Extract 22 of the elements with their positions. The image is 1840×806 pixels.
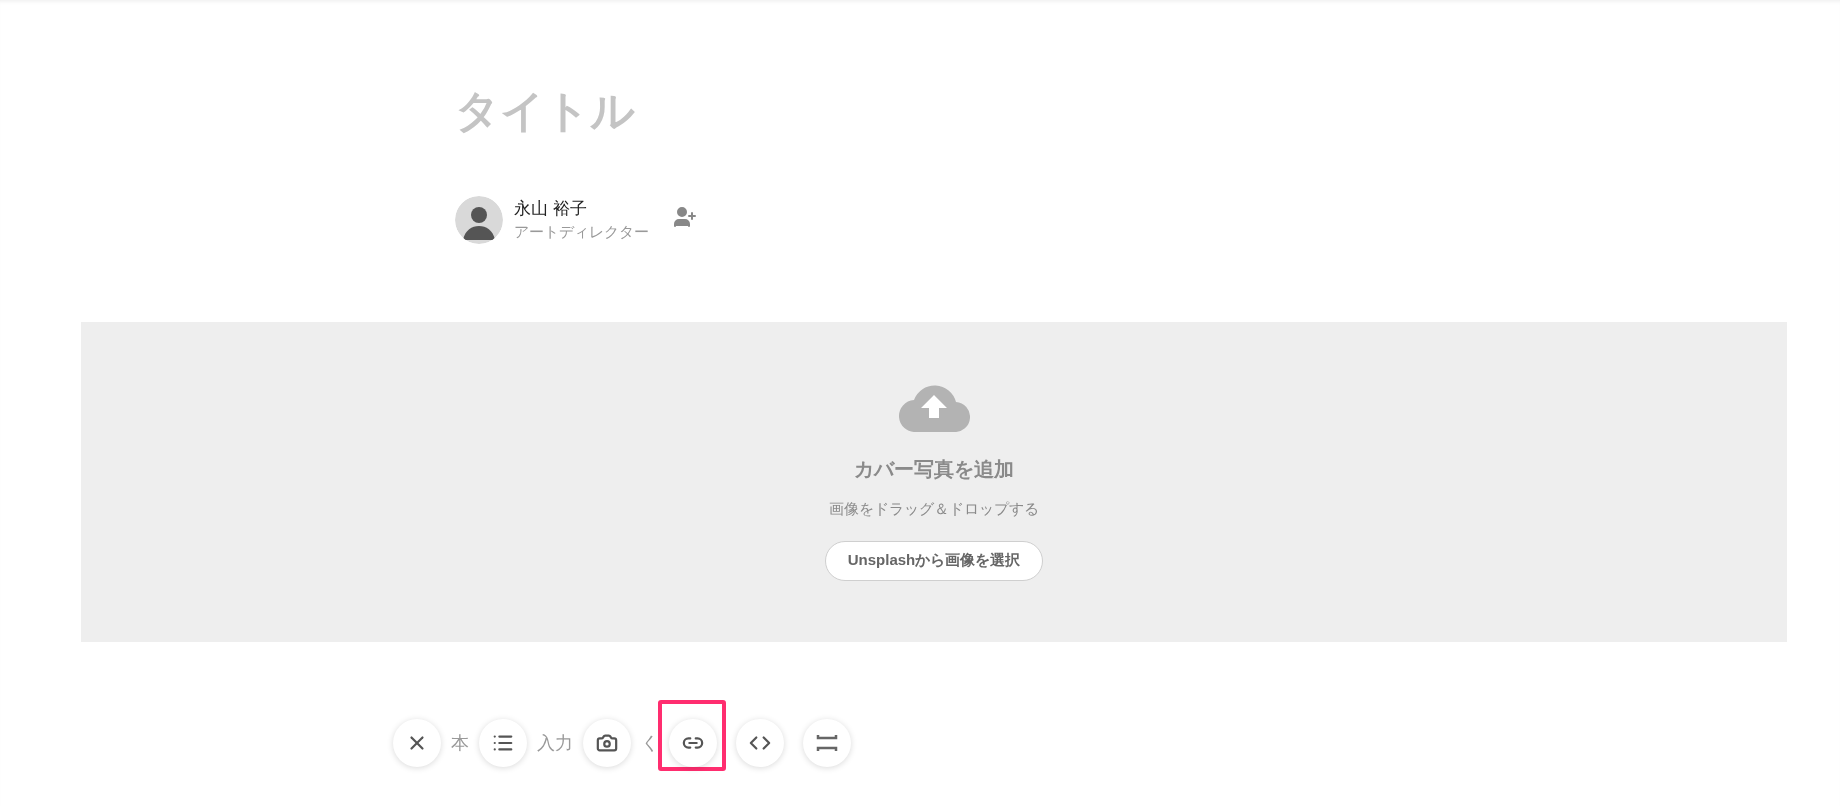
camera-icon — [596, 732, 618, 754]
list-icon — [492, 732, 514, 754]
cover-hint: 画像をドラッグ＆ドロップする — [829, 499, 1039, 519]
body-placeholder-text: 入力 — [537, 731, 573, 755]
code-tool-button[interactable] — [736, 719, 784, 767]
author-role: アートディレクター — [514, 222, 649, 242]
divider-tool-button[interactable] — [803, 719, 851, 767]
cover-heading: カバー写真を追加 — [854, 457, 1014, 482]
title-field[interactable]: タイトル — [455, 78, 1355, 144]
list-tool-button[interactable] — [479, 719, 527, 767]
body-placeholder-text: く — [641, 731, 659, 755]
link-tool-button[interactable] — [669, 719, 717, 767]
avatar — [455, 196, 503, 244]
section-break-icon — [816, 732, 838, 754]
add-user-icon — [673, 205, 697, 229]
cover-dropzone[interactable]: カバー写真を追加 画像をドラッグ＆ドロップする Unsplashから画像を選択 — [81, 322, 1787, 642]
add-coauthor-button[interactable] — [673, 205, 697, 229]
unsplash-button[interactable]: Unsplashから画像を選択 — [824, 540, 1044, 581]
body-placeholder-text: 本 — [451, 731, 469, 755]
camera-tool-button[interactable] — [583, 719, 631, 767]
author-name: 永山 裕子 — [514, 198, 588, 220]
close-tool-button[interactable] — [393, 719, 441, 767]
